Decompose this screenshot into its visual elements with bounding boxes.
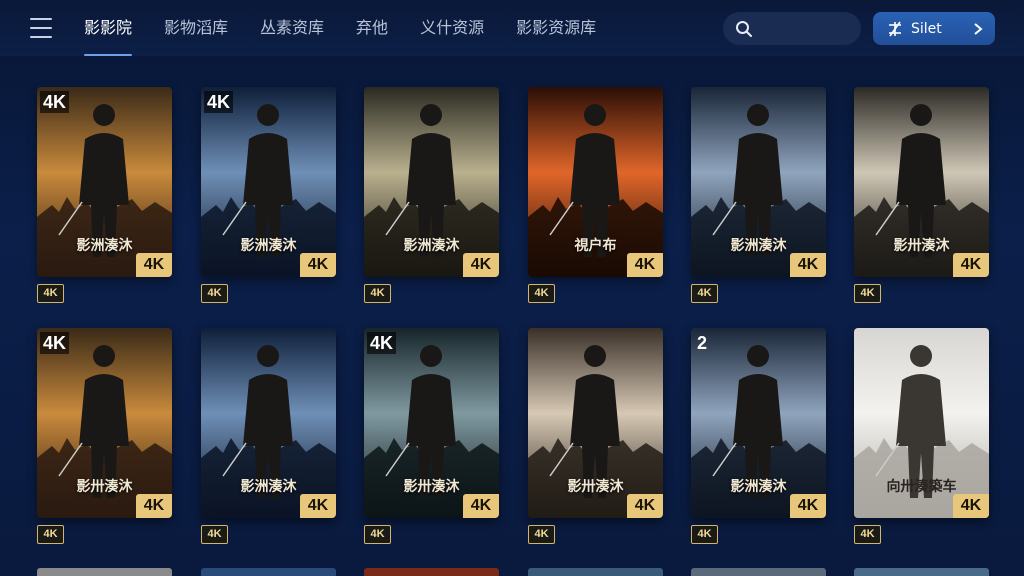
poster-title: 影洲湊沐 [240, 479, 297, 495]
poster-title: 影洲湊沐 [76, 238, 133, 254]
poster-title: 視户布 [574, 238, 617, 254]
poster-title: 影卅湊沐 [76, 479, 133, 495]
poster-image[interactable]: 4K 影卅湊沐 4K [37, 328, 172, 518]
poster-title: 向卅湊築车 [886, 479, 957, 495]
resolution-badge: 4K [463, 494, 499, 518]
poster-image[interactable]: 2 影洲湊沐 4K [691, 328, 826, 518]
quality-chip: 4K [854, 525, 881, 544]
resolution-badge: 4K [627, 494, 663, 518]
poster-title: 影洲湊沐 [240, 238, 297, 254]
poster-title: 影洲湊沐 [730, 479, 787, 495]
poster-image[interactable]: 影洲湊沐 4K [201, 328, 336, 518]
poster-title: 影卅湊沐 [403, 479, 460, 495]
poster-card-partial[interactable] [854, 568, 989, 576]
poster-card[interactable]: 向卅湊築车 4K 4K [854, 328, 989, 544]
resolution-badge: 4K [300, 253, 336, 277]
resolution-badge: 4K [953, 253, 989, 277]
resolution-badge: 4K [136, 494, 172, 518]
poster-image[interactable]: 影洲湊沐 4K [691, 87, 826, 277]
poster-card[interactable]: 4K 影洲湊沐 4K 4K [37, 87, 172, 303]
poster-image[interactable]: 影卅湊沐 4K [854, 87, 989, 277]
quality-chip: 4K [528, 525, 555, 544]
resolution-badge: 4K [790, 494, 826, 518]
poster-title: 影洲湊沐 [730, 238, 787, 254]
quality-chip: 4K [37, 525, 64, 544]
poster-card[interactable]: 影卅湊沐 4K 4K [528, 328, 663, 544]
poster-card[interactable]: 視户布 4K 4K [528, 87, 663, 303]
resolution-badge: 4K [463, 253, 499, 277]
poster-image[interactable]: 視户布 4K [528, 87, 663, 277]
resolution-badge: 4K [136, 253, 172, 277]
poster-card[interactable]: 影洲湊沐 4K 4K [201, 328, 336, 544]
poster-top-badge: 4K [204, 91, 234, 113]
quality-chip: 4K [364, 284, 391, 303]
poster-top-badge: 2 [697, 333, 708, 353]
poster-top-badge: 4K [40, 332, 70, 354]
poster-grid: 4K 影洲湊沐 4K 4K 4K 影洲湊沐 4K 4K 影洲湊沐 4K 4K 視户布 4K 4K 影… [0, 0, 1024, 576]
poster-card-partial[interactable] [37, 568, 172, 576]
quality-chip: 4K [201, 284, 228, 303]
quality-chip: 4K [201, 525, 228, 544]
quality-chip: 4K [364, 525, 391, 544]
poster-image[interactable]: 4K 影洲湊沐 4K [37, 87, 172, 277]
resolution-badge: 4K [627, 253, 663, 277]
resolution-badge: 4K [953, 494, 989, 518]
poster-card[interactable]: 影卅湊沐 4K 4K [854, 87, 989, 303]
poster-card[interactable]: 4K 影卅湊沐 4K 4K [37, 328, 172, 544]
poster-card-partial[interactable] [364, 568, 499, 576]
poster-title: 影卅湊沐 [567, 479, 624, 495]
quality-chip: 4K [854, 284, 881, 303]
quality-chip: 4K [691, 284, 718, 303]
poster-top-badge: 4K [367, 332, 397, 354]
poster-card-partial[interactable] [201, 568, 336, 576]
poster-top-badge: 4K [40, 91, 70, 113]
poster-image[interactable]: 4K 影洲湊沐 4K [201, 87, 336, 277]
poster-card[interactable]: 4K 影卅湊沐 4K 4K [364, 328, 499, 544]
poster-image[interactable]: 影洲湊沐 4K [364, 87, 499, 277]
poster-card[interactable]: 影洲湊沐 4K 4K [691, 87, 826, 303]
poster-card[interactable]: 2 影洲湊沐 4K 4K [691, 328, 826, 544]
poster-title: 影洲湊沐 [403, 238, 460, 254]
poster-image[interactable]: 影卅湊沐 4K [528, 328, 663, 518]
quality-chip: 4K [691, 525, 718, 544]
quality-chip: 4K [528, 284, 555, 303]
resolution-badge: 4K [790, 253, 826, 277]
poster-card-partial[interactable] [528, 568, 663, 576]
poster-card-partial[interactable] [691, 568, 826, 576]
poster-image[interactable]: 4K 影卅湊沐 4K [364, 328, 499, 518]
poster-card[interactable]: 4K 影洲湊沐 4K 4K [201, 87, 336, 303]
resolution-badge: 4K [300, 494, 336, 518]
quality-chip: 4K [37, 284, 64, 303]
poster-card[interactable]: 影洲湊沐 4K 4K [364, 87, 499, 303]
poster-image[interactable]: 向卅湊築车 4K [854, 328, 989, 518]
poster-title: 影卅湊沐 [893, 238, 950, 254]
